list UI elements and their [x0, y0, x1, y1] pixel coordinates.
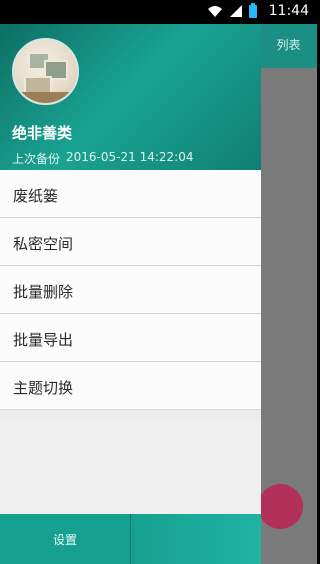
battery-icon	[249, 3, 257, 18]
drawer-menu: 废纸篓 私密空间 批量删除 批量导出 主题切换	[0, 170, 261, 410]
menu-item-label: 废纸篓	[13, 187, 59, 205]
backup-time: 2016-05-21 14:22:04	[66, 150, 194, 164]
menu-item-theme-switch[interactable]: 主题切换	[0, 362, 261, 410]
user-name: 绝非善类	[12, 124, 73, 142]
status-bar: 11:44	[0, 0, 317, 24]
wifi-icon	[208, 5, 222, 17]
list-tab[interactable]: 列表	[260, 36, 317, 53]
navigation-drawer: 绝非善类 上次备份 2016-05-21 14:22:04 废纸篓 私密空间 批…	[0, 24, 261, 564]
settings-button[interactable]: 设置	[0, 514, 130, 564]
floating-action-button[interactable]	[258, 484, 303, 529]
drawer-header: 绝非善类 上次备份 2016-05-21 14:22:04	[0, 24, 261, 170]
menu-item-label: 私密空间	[13, 235, 74, 253]
avatar[interactable]	[12, 38, 79, 105]
signal-icon	[230, 4, 242, 17]
status-icons	[207, 3, 257, 18]
drawer-bottom-bar: 设置	[0, 514, 261, 564]
menu-item-label: 批量导出	[13, 331, 74, 349]
backup-label: 上次备份	[12, 152, 61, 166]
avatar-shelf	[14, 92, 77, 103]
menu-item-batch-export[interactable]: 批量导出	[0, 314, 261, 362]
backup-info: 上次备份 2016-05-21 14:22:04	[12, 150, 193, 167]
app-toolbar: 列表	[260, 24, 317, 68]
drawer-empty-area	[0, 419, 261, 514]
menu-item-trash[interactable]: 废纸篓	[0, 170, 261, 218]
menu-item-label: 主题切换	[13, 379, 74, 397]
menu-item-label: 批量删除	[13, 283, 74, 301]
menu-item-private-space[interactable]: 私密空间	[0, 218, 261, 266]
status-time: 11:44	[268, 3, 309, 19]
bottom-right-button[interactable]	[131, 514, 261, 564]
menu-item-batch-delete[interactable]: 批量删除	[0, 266, 261, 314]
